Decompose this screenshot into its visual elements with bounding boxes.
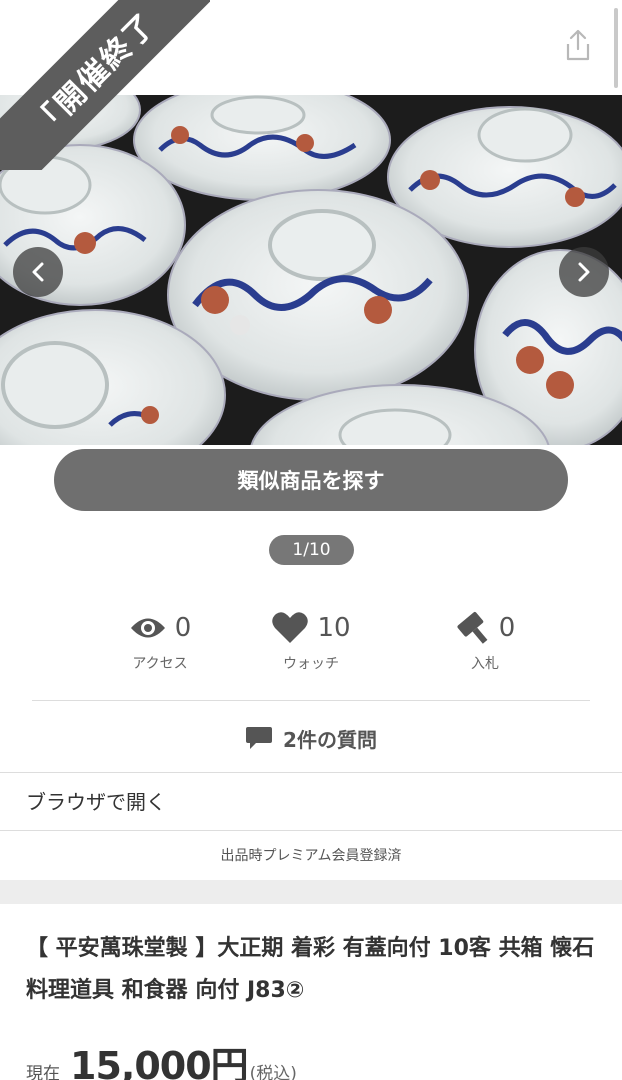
stat-bids: 0 入札 (405, 605, 565, 673)
gavel-icon (457, 611, 488, 644)
section-separator (0, 880, 622, 904)
item-title: 【 平安萬珠堂製 】大正期 着彩 有蓋向付 10客 共箱 懐石料理道具 和食器 … (26, 936, 595, 1003)
questions-label: 2件の質問 (283, 727, 377, 752)
price-label: 現在 (26, 1064, 60, 1080)
stat-watch[interactable]: 10 ウォッチ (231, 605, 391, 673)
divider (32, 700, 590, 701)
bid-count: 0 (498, 613, 516, 643)
watch-count: 10 (317, 613, 351, 643)
access-count: 0 (174, 613, 192, 643)
ribbon-label: 「開催終了 (0, 0, 210, 170)
scrollbar[interactable] (614, 8, 618, 88)
divider (0, 772, 622, 773)
price-row: 現在 15,000円 (税込) (26, 1035, 297, 1080)
tax-note: (税込) (249, 1064, 297, 1080)
find-similar-button[interactable]: 類似商品を探す (52, 447, 570, 513)
watch-label: ウォッチ (283, 656, 339, 672)
seller-premium-note: 出品時プレミアム会員登録済 (220, 848, 402, 864)
speech-bubble-icon (246, 727, 273, 749)
chevron-right-icon (578, 262, 590, 282)
bid-label: 入札 (471, 656, 499, 672)
share-icon[interactable] (562, 28, 594, 62)
heart-icon (272, 612, 309, 643)
open-in-browser-link[interactable]: ブラウザで開く (26, 786, 166, 815)
chevron-left-icon (32, 262, 44, 282)
item-stats: 0 アクセス 10 ウォッチ 0 入札 (0, 605, 622, 685)
current-price: 15,000円 (70, 1044, 249, 1080)
divider (0, 830, 622, 831)
stat-access: 0 アクセス (80, 605, 240, 673)
access-label: アクセス (132, 656, 188, 672)
next-image-button[interactable] (559, 247, 609, 297)
previous-image-button[interactable] (13, 247, 63, 297)
questions-link[interactable]: 2件の質問 (0, 712, 622, 764)
eye-icon (130, 618, 165, 638)
image-page-counter: 1/10 (269, 535, 354, 565)
auction-ended-ribbon: 「開催終了 (0, 0, 210, 170)
